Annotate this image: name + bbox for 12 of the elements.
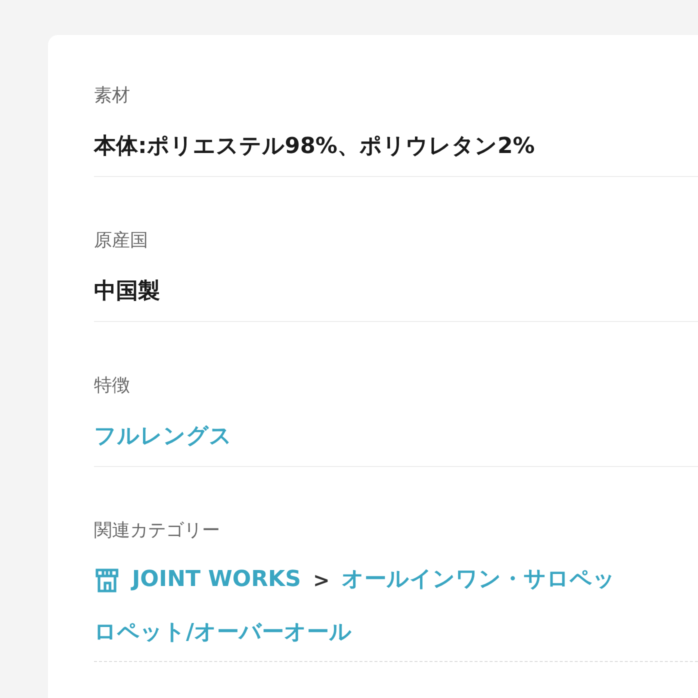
feature-link[interactable]: フルレングス	[94, 422, 232, 452]
store-icon	[94, 567, 120, 593]
category-link[interactable]: ロペット/オーバーオール	[94, 617, 352, 647]
category-link[interactable]: オールインワン・サロペッ	[342, 565, 616, 595]
field-value: 中国製	[94, 278, 160, 306]
field-label: 特徴	[94, 374, 131, 398]
shop-link[interactable]: JOINT WORKS	[132, 565, 301, 595]
field-value: 本体:ポリエステル98%、ポリウレタン2%	[94, 133, 535, 161]
breadcrumb-separator: >	[312, 567, 330, 594]
field-label: 原産国	[94, 229, 149, 253]
field-label: 関連カテゴリー	[94, 519, 221, 543]
field-label: 素材	[94, 84, 131, 108]
